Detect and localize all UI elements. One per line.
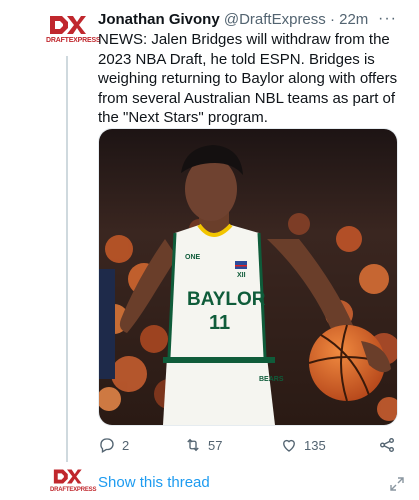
conference-logo: XII [237, 272, 246, 279]
header-separator: · [329, 11, 335, 28]
tweet-timestamp[interactable]: 22m [339, 11, 368, 28]
reply-button[interactable]: 2 [98, 434, 129, 456]
jersey-team-name: BAYLOR [187, 289, 266, 310]
share-button[interactable] [378, 434, 402, 456]
expand-icon[interactable] [389, 476, 405, 492]
tweet-media-photo[interactable]: ONE XII BAYLOR 11 BEARS [98, 128, 398, 426]
shorts-text: BEARS [259, 376, 284, 383]
thread-connector-line [66, 56, 68, 462]
author-handle[interactable]: @DraftExpress [224, 11, 326, 28]
avatar-brand-text: DRAFTEXPRESS [46, 37, 101, 44]
like-icon [283, 439, 295, 452]
draftexpress-logo-small [53, 469, 82, 484]
player-photo: ONE XII BAYLOR 11 BEARS [99, 129, 397, 425]
more-icon[interactable]: ··· [378, 10, 397, 28]
author-avatar[interactable]: DRAFTEXPRESS [46, 14, 101, 48]
thread-author-avatar[interactable]: DRAFTEXPRESS [50, 468, 97, 498]
like-button[interactable]: 135 [280, 434, 326, 456]
share-icon [380, 438, 394, 452]
thread-avatar-brand-text: DRAFTEXPRESS [50, 487, 97, 493]
reply-count: 2 [122, 437, 130, 453]
author-name[interactable]: Jonathan Givony [98, 11, 220, 28]
background-person [99, 269, 115, 379]
reply-icon [100, 438, 114, 453]
retweet-button[interactable]: 57 [184, 434, 222, 456]
like-count: 135 [304, 437, 326, 453]
tweet-header: Jonathan Givony @DraftExpress · 22m [98, 11, 391, 29]
tweet-text: NEWS: Jalen Bridges will withdraw from t… [98, 31, 398, 126]
jersey-patch: ONE [185, 254, 201, 261]
tweet-actions: 2 57 135 [98, 434, 398, 456]
retweet-icon [187, 438, 199, 452]
retweet-count: 57 [208, 437, 223, 453]
draftexpress-logo [50, 16, 86, 34]
show-thread-link[interactable]: Show this thread [98, 474, 210, 491]
jersey-number: 11 [209, 312, 230, 334]
